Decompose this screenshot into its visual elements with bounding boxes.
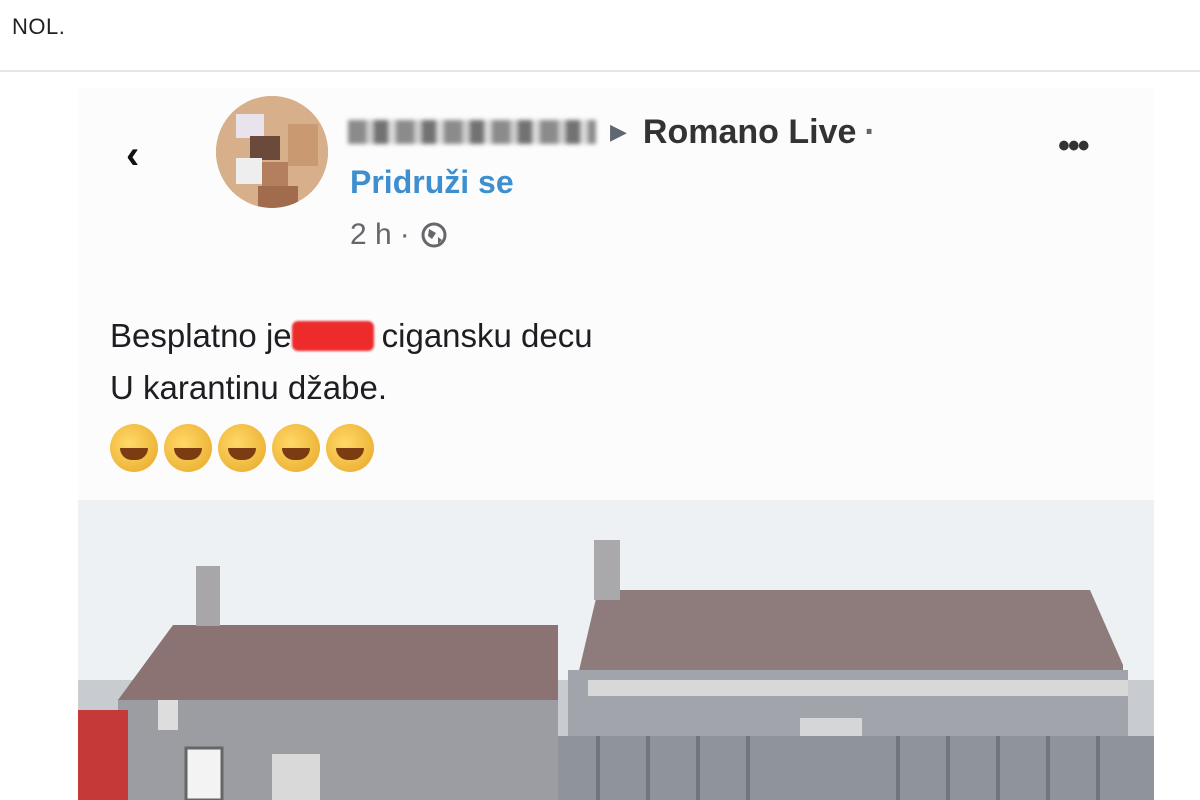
laughing-emoji bbox=[272, 424, 320, 472]
top-caption: NOL. bbox=[12, 14, 66, 39]
blurred-author-name bbox=[348, 120, 596, 144]
censor-mark bbox=[291, 321, 374, 351]
meta-separator: · bbox=[399, 218, 410, 251]
emoji-row bbox=[110, 424, 374, 472]
post-text: Besplatno je cigansku decu U karantinu dž… bbox=[110, 310, 593, 414]
author-line: ▶ Romano Live · bbox=[348, 112, 876, 152]
laughing-emoji bbox=[110, 424, 158, 472]
more-options-button[interactable]: ••• bbox=[1058, 129, 1114, 166]
globe-icon[interactable] bbox=[420, 221, 448, 249]
laughing-emoji bbox=[218, 424, 266, 472]
post-meta: 2 h · bbox=[350, 218, 448, 252]
group-name[interactable]: Romano Live bbox=[643, 113, 856, 152]
laughing-emoji bbox=[164, 424, 212, 472]
post-photo[interactable] bbox=[78, 500, 1154, 800]
join-group-link[interactable]: Pridruži se bbox=[350, 164, 514, 201]
post-text-line1-start: Besplatno je bbox=[110, 317, 292, 354]
post-text-line1: Besplatno je cigansku decu bbox=[110, 310, 593, 362]
post-text-line1-end: cigansku decu bbox=[381, 317, 593, 354]
back-button[interactable]: ‹ bbox=[126, 130, 162, 180]
laughing-emoji bbox=[326, 424, 374, 472]
post-time[interactable]: 2 h bbox=[350, 218, 392, 252]
separator-dot: · bbox=[864, 112, 876, 151]
post-text-line2: U karantinu džabe. bbox=[110, 369, 388, 406]
divider bbox=[0, 70, 1200, 72]
arrow-right-icon: ▶ bbox=[610, 119, 627, 144]
avatar[interactable] bbox=[216, 96, 328, 208]
